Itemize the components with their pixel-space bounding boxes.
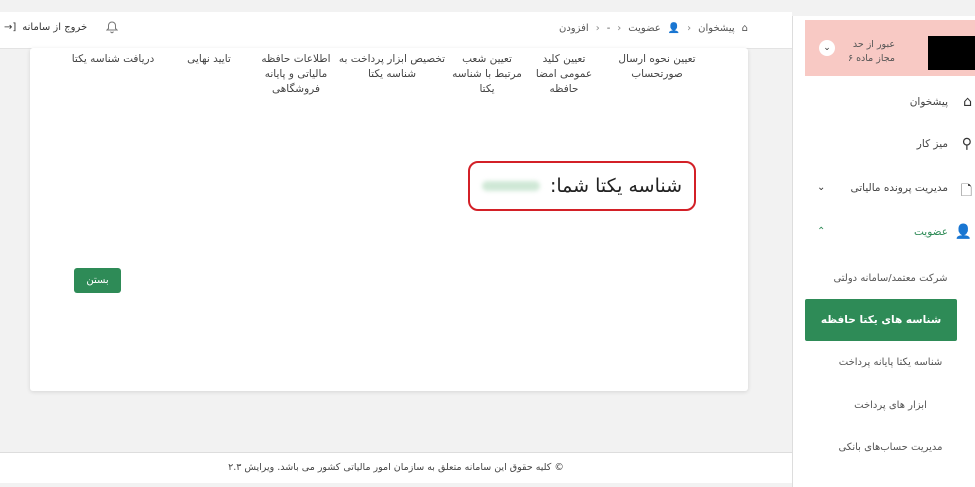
- step-3: تعیین شعب مرتبط با شناسه یکتا: [452, 53, 522, 95]
- sidebar-item-workdesk[interactable]: ⚲ میز کار: [793, 132, 975, 160]
- sidebar-subitem-bank-accounts[interactable]: مدیریت حساب‌های بانکی: [805, 435, 975, 461]
- exit-label: خروج از سامانه: [22, 22, 88, 33]
- unique-id-label: شناسه یکتا شما:: [549, 175, 683, 197]
- sidebar-item-membership[interactable]: 👤 عضویت ⌃: [793, 220, 975, 248]
- home-icon: ⌂: [741, 23, 748, 34]
- bell-icon[interactable]: [105, 21, 119, 37]
- wizard-steps: تعیین نحوه ارسال صورتحساب تعیین کلید عمو…: [30, 52, 748, 112]
- sidebar-item-dashboard[interactable]: ⌂ پیشخوان: [793, 90, 975, 118]
- unique-id-value-redacted: [481, 181, 540, 191]
- exit-icon: →]: [4, 22, 17, 33]
- step-2: تعیین کلید عمومی امضا حافظه: [535, 53, 593, 95]
- sidebar-item-label: میز کار: [916, 138, 948, 150]
- step-1: تعیین نحوه ارسال صورتحساب: [618, 53, 696, 80]
- breadcrumb-item-dash: -: [606, 23, 611, 34]
- sidebar-subitem-trusted-company[interactable]: شرکت معتمد/سامانه دولتی: [805, 266, 975, 292]
- sidebar-subitem-payment-terminal-id[interactable]: شناسه یکتا پایانه پرداخت: [805, 350, 975, 376]
- chevron-left-icon: ‹: [687, 23, 692, 34]
- chevron-left-icon: ‹: [617, 23, 622, 34]
- chevron-down-icon: ⌄: [817, 182, 826, 193]
- breadcrumb-item-add: افزودن: [558, 23, 589, 34]
- step-6: تایید نهایی: [187, 53, 231, 65]
- chevron-up-icon: ⌃: [817, 226, 826, 237]
- top-bar: →] خروج از سامانه ⌂ پیشخوان ‹ 👤 عضویت ‹ …: [0, 12, 792, 49]
- sidebar-item-label: پیشخوان: [909, 96, 948, 108]
- sidebar-item-tax-file[interactable]: 🗋 مدیریت پرونده مالیاتی ⌄: [793, 176, 975, 204]
- unique-id-box: شناسه یکتا شما:: [468, 161, 696, 211]
- alert-banner[interactable]: عبور از حد مجاز ماده ۶ ⌄: [805, 20, 975, 76]
- home-icon: ⌂: [963, 94, 972, 110]
- redacted-block: [928, 36, 975, 70]
- step-4: تخصیص ابزار پرداخت به شناسه یکتا: [338, 53, 446, 80]
- close-button[interactable]: بستن: [74, 268, 121, 293]
- workdesk-icon: ⚲: [961, 136, 972, 152]
- step-7: دریافت شناسه یکتا: [71, 53, 155, 65]
- user-icon: 👤: [954, 224, 972, 240]
- exit-link[interactable]: →] خروج از سامانه: [4, 22, 87, 33]
- alert-text: عبور از حد مجاز ماده ۶: [847, 39, 895, 64]
- chevron-left-icon: ‹: [595, 23, 600, 34]
- sidebar-subitem-payment-tools[interactable]: ابزار های پرداخت: [805, 393, 975, 419]
- sidebar-subitem-fiscal-memory-ids[interactable]: شناسه های یکتا حافظه مالیاتی: [805, 299, 957, 368]
- user-icon: 👤: [667, 23, 681, 34]
- sidebar-item-label: عضویت: [913, 226, 948, 238]
- result-card: تعیین نحوه ارسال صورتحساب تعیین کلید عمو…: [30, 48, 748, 391]
- breadcrumb-item-membership[interactable]: عضویت: [628, 23, 660, 34]
- footer: © کلیه حقوق این سامانه متعلق به سازمان ا…: [0, 452, 792, 483]
- chevron-down-icon[interactable]: ⌄: [819, 40, 835, 56]
- sidebar-item-label: مدیریت پرونده مالیاتی: [850, 182, 948, 194]
- breadcrumb-item-home[interactable]: پیشخوان: [698, 23, 734, 34]
- breadcrumb: ⌂ پیشخوان ‹ 👤 عضویت ‹ - ‹ افزودن: [559, 23, 748, 34]
- document-icon: 🗋: [960, 183, 972, 199]
- step-5: اطلاعات حافظه مالیاتی و پایانه فروشگاهی: [261, 53, 331, 95]
- sidebar: عبور از حد مجاز ماده ۶ ⌄ ⌂ پیشخوان ⚲ میز…: [792, 16, 975, 487]
